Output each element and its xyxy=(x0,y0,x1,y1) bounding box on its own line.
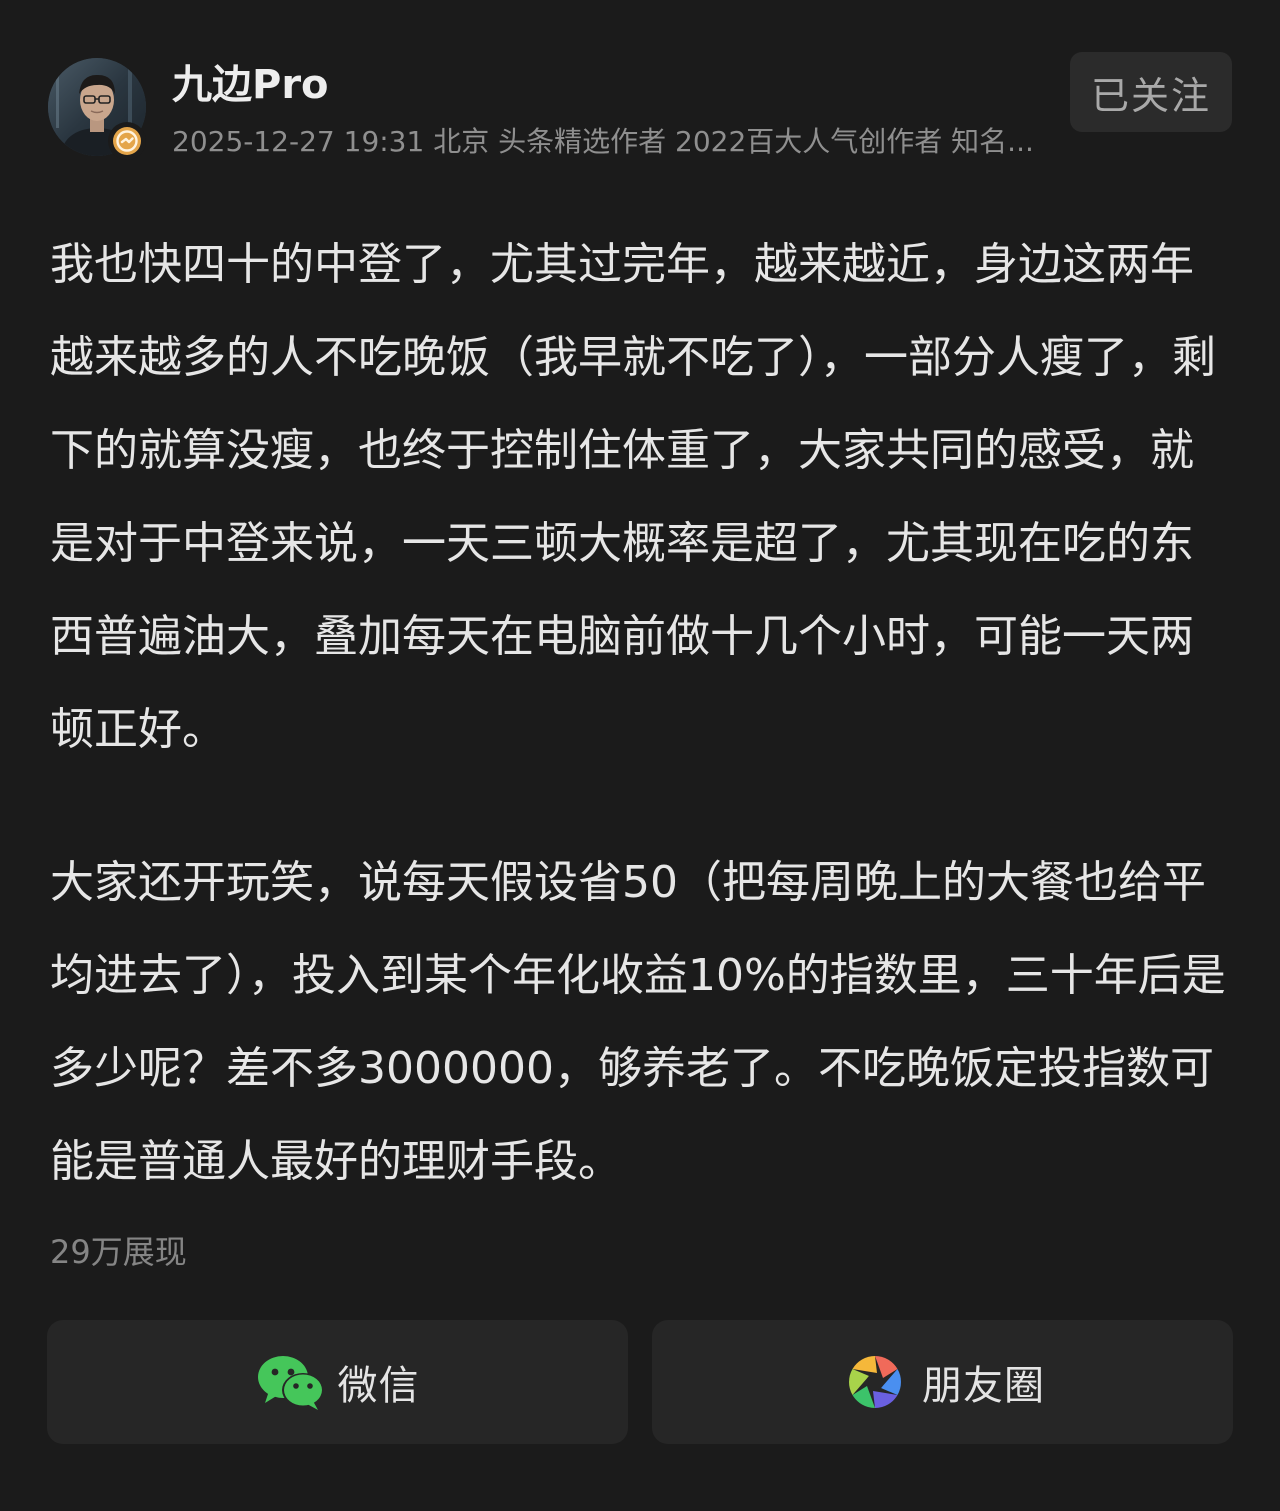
share-moments-button[interactable]: 朋友圈 xyxy=(652,1320,1233,1444)
verified-badge-icon xyxy=(108,122,146,160)
wechat-icon xyxy=(256,1347,326,1417)
share-wechat-button[interactable]: 微信 xyxy=(47,1320,628,1444)
moments-shutter-icon xyxy=(840,1347,910,1417)
post-header: 九边Pro 2025-12-27 19:31 北京 头条精选作者 2022百大人… xyxy=(48,52,1232,166)
post-body: 我也快四十的中登了，尤其过完年，越来越近，身边这两年越来越多的人不吃晚饭（我早就… xyxy=(50,218,1234,1208)
share-wechat-label: 微信 xyxy=(337,1363,420,1409)
post-meta: 2025-12-27 19:31 北京 头条精选作者 2022百大人气创作者 知… xyxy=(172,125,1034,158)
share-moments-label: 朋友圈 xyxy=(922,1363,1045,1409)
share-bar: 微信 朋友圈 xyxy=(47,1320,1233,1444)
post-paragraph: 我也快四十的中登了，尤其过完年，越来越近，身边这两年越来越多的人不吃晚饭（我早就… xyxy=(50,239,1216,755)
author-name[interactable]: 九边Pro xyxy=(172,58,329,112)
follow-button[interactable]: 已关注 xyxy=(1070,52,1232,132)
author-avatar[interactable] xyxy=(48,58,146,160)
post-paragraph: 大家还开玩笑，说每天假设省50（把每周晚上的大餐也给平均进去了），投入到某个年化… xyxy=(50,857,1226,1187)
view-count: 29万展现 xyxy=(50,1233,187,1271)
